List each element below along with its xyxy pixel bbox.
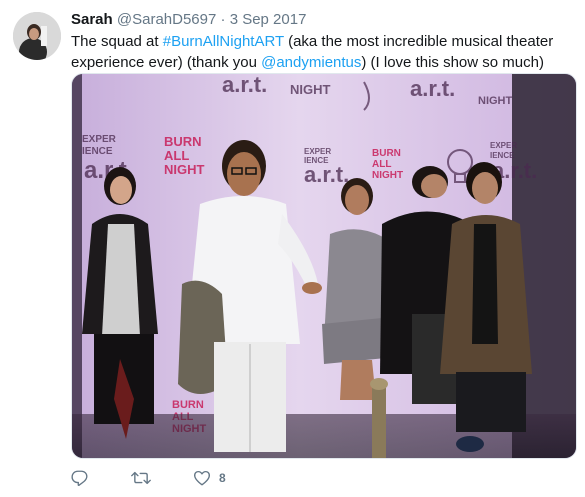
svg-text:NIGHT: NIGHT [372,170,403,181]
avatar[interactable] [13,12,61,60]
tweet: Sarah @SarahD5697 · 3 Sep 2017 The squad… [0,0,585,497]
svg-text:a.r.t.: a.r.t. [410,76,455,101]
like-button[interactable]: 8 [193,469,226,487]
like-count: 8 [219,471,226,485]
svg-text:a.r.t.: a.r.t. [304,162,349,187]
tweet-header: Sarah @SarahD5697 · 3 Sep 2017 [71,10,306,30]
svg-text:IENCE: IENCE [82,146,113,157]
svg-text:NIGHT: NIGHT [478,95,513,107]
svg-text:ALL: ALL [372,159,391,170]
mention-link[interactable]: @andymientus [261,54,361,71]
tweet-text-part: ) (I love this show so much) [361,54,544,71]
svg-text:NIGHT: NIGHT [164,162,205,177]
svg-text:a.r.t.: a.r.t. [222,74,267,97]
svg-text:ALL: ALL [164,148,189,163]
tweet-text-part: The squad at [71,33,163,50]
svg-text:EXPER: EXPER [490,141,517,150]
reply-icon [71,469,89,487]
svg-text:EXPER: EXPER [304,147,331,156]
separator-dot: · [220,11,226,28]
author-name[interactable]: Sarah [71,11,113,28]
heart-icon [193,469,211,487]
svg-text:BURN: BURN [172,399,204,411]
retweet-button[interactable] [131,469,151,487]
author-handle[interactable]: @SarahD5697 [117,11,216,28]
svg-text:NIGHT: NIGHT [290,82,331,97]
tweet-photo[interactable]: a.r.t. NIGHT a.r.t. NIGHT EXPER IENCE a.… [71,73,577,459]
hashtag-link[interactable]: #BurnAllNightART [163,33,284,50]
svg-text:EXPER: EXPER [82,134,117,145]
tweet-actions: 8 [71,467,268,489]
retweet-icon [131,469,151,487]
svg-text:BURN: BURN [372,148,401,159]
reply-button[interactable] [71,469,89,487]
tweet-date[interactable]: 3 Sep 2017 [230,11,307,28]
tweet-text: The squad at #BurnAllNightART (aka the m… [71,31,571,73]
svg-text:BURN: BURN [164,134,202,149]
